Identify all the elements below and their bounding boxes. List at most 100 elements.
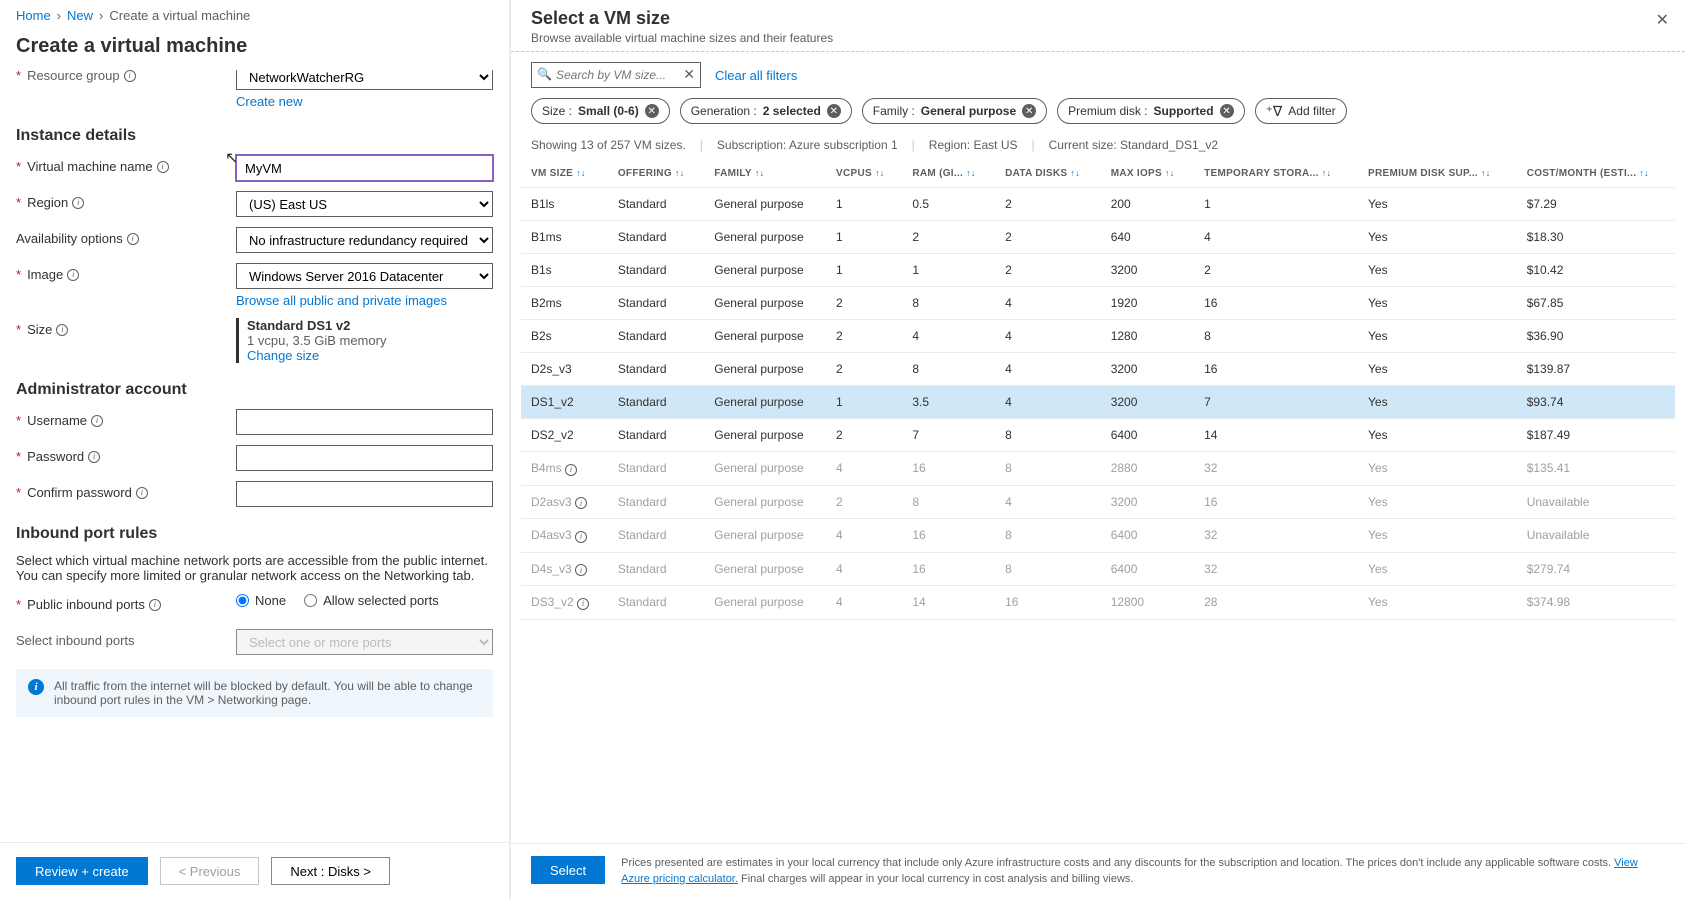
breadcrumb-new[interactable]: New	[67, 8, 93, 23]
label-vm-name: Virtual machine name	[27, 159, 153, 174]
table-row[interactable]: D2s_v3StandardGeneral purpose284320016Ye…	[521, 353, 1675, 386]
radio-none[interactable]: None	[236, 593, 286, 608]
availability-select[interactable]: No infrastructure redundancy required	[236, 227, 493, 253]
filter-pill-generation[interactable]: Generation : 2 selected✕	[680, 98, 852, 124]
filter-pill-family[interactable]: Family : General purpose✕	[862, 98, 1047, 124]
col-temp-storage[interactable]: TEMPORARY STORA...↑↓	[1194, 160, 1358, 188]
clear-search-icon[interactable]: ✕	[683, 66, 695, 83]
plus-icon: ⁺∇	[1266, 103, 1283, 120]
table-row[interactable]: B4ms iStandardGeneral purpose4168288032Y…	[521, 452, 1675, 486]
info-icon[interactable]: i	[577, 598, 589, 610]
label-region: Region	[27, 195, 68, 210]
password-input[interactable]	[236, 445, 493, 471]
breadcrumb-home[interactable]: Home	[16, 8, 51, 23]
filter-pill-size[interactable]: Size : Small (0-6)✕	[531, 98, 670, 124]
info-icon[interactable]: i	[136, 487, 148, 499]
info-icon[interactable]: i	[124, 70, 136, 82]
label-availability: Availability options	[16, 231, 123, 246]
region-select[interactable]: (US) East US	[236, 191, 493, 217]
table-row[interactable]: B1sStandardGeneral purpose11232002Yes$10…	[521, 254, 1675, 287]
change-size-link[interactable]: Change size	[247, 348, 493, 363]
search-input[interactable]	[531, 62, 701, 88]
image-select[interactable]: Windows Server 2016 Datacenter	[236, 263, 493, 289]
section-admin-account: Administrator account	[16, 381, 493, 399]
col-offering[interactable]: OFFERING↑↓	[608, 160, 704, 188]
info-icon[interactable]: i	[157, 161, 169, 173]
panel-subtitle: Browse available virtual machine sizes a…	[531, 31, 1665, 45]
add-filter-button[interactable]: ⁺∇ Add filter	[1255, 98, 1347, 124]
table-row[interactable]: D4asv3 iStandardGeneral purpose416864003…	[521, 519, 1675, 553]
clear-filters-link[interactable]: Clear all filters	[715, 68, 797, 83]
info-icon[interactable]: i	[575, 564, 587, 576]
username-input[interactable]	[236, 409, 493, 435]
table-row[interactable]: B1lsStandardGeneral purpose10.522001Yes$…	[521, 188, 1675, 221]
chevron-right-icon: ›	[57, 8, 61, 23]
table-row[interactable]: D4s_v3 iStandardGeneral purpose416864003…	[521, 552, 1675, 586]
label-resource-group: Resource group	[27, 70, 120, 83]
radio-allow[interactable]: Allow selected ports	[304, 593, 439, 608]
info-banner: i All traffic from the internet will be …	[16, 669, 493, 717]
page-title: Create a virtual machine	[0, 31, 509, 70]
review-create-button[interactable]: Review + create	[16, 857, 148, 885]
table-row[interactable]: B2sStandardGeneral purpose24412808Yes$36…	[521, 320, 1675, 353]
resource-group-select[interactable]: NetworkWatcherRG	[236, 70, 493, 90]
chevron-right-icon: ›	[99, 8, 103, 23]
info-icon[interactable]: i	[575, 497, 587, 509]
create-new-link[interactable]: Create new	[236, 94, 493, 109]
label-password: Password	[27, 449, 84, 464]
filter-pill-disk[interactable]: Premium disk : Supported✕	[1057, 98, 1244, 124]
label-size: Size	[27, 322, 52, 337]
table-row[interactable]: DS1_v2StandardGeneral purpose13.5432007Y…	[521, 386, 1675, 419]
info-icon[interactable]: i	[72, 197, 84, 209]
section-inbound-rules: Inbound port rules	[16, 525, 493, 543]
panel-title: Select a VM size	[531, 8, 1665, 29]
browse-images-link[interactable]: Browse all public and private images	[236, 293, 493, 308]
table-row[interactable]: DS2_v2StandardGeneral purpose278640014Ye…	[521, 419, 1675, 452]
table-row[interactable]: B1msStandardGeneral purpose1226404Yes$18…	[521, 221, 1675, 254]
table-row[interactable]: D2asv3 iStandardGeneral purpose284320016…	[521, 485, 1675, 519]
remove-filter-icon[interactable]: ✕	[1022, 104, 1036, 118]
select-ports-dropdown: Select one or more ports	[236, 629, 493, 655]
info-icon[interactable]: i	[127, 233, 139, 245]
showing-count: Showing 13 of 257 VM sizes.	[531, 138, 686, 152]
remove-filter-icon[interactable]: ✕	[827, 104, 841, 118]
breadcrumb: Home › New › Create a virtual machine	[0, 0, 509, 31]
breadcrumb-current: Create a virtual machine	[109, 8, 250, 23]
col-vm-size[interactable]: VM SIZE↑↓	[521, 160, 608, 188]
info-icon[interactable]: i	[56, 324, 68, 336]
label-select-ports: Select inbound ports	[16, 633, 135, 648]
label-confirm-password: Confirm password	[27, 485, 132, 500]
previous-button: < Previous	[160, 857, 260, 885]
remove-filter-icon[interactable]: ✕	[1220, 104, 1234, 118]
col-data-disks[interactable]: DATA DISKS↑↓	[995, 160, 1101, 188]
size-desc: 1 vcpu, 3.5 GiB memory	[247, 333, 493, 348]
inbound-desc: Select which virtual machine network por…	[16, 553, 493, 583]
next-button[interactable]: Next : Disks >	[271, 857, 390, 885]
vm-name-input[interactable]	[236, 155, 493, 181]
info-icon[interactable]: i	[91, 415, 103, 427]
info-icon[interactable]: i	[149, 599, 161, 611]
col-cost[interactable]: COST/MONTH (ESTI...↑↓	[1517, 160, 1675, 188]
confirm-password-input[interactable]	[236, 481, 493, 507]
col-ram[interactable]: RAM (GI...↑↓	[902, 160, 995, 188]
current-size-label: Current size: Standard_DS1_v2	[1049, 138, 1218, 152]
col-max-iops[interactable]: MAX IOPS↑↓	[1101, 160, 1194, 188]
info-icon[interactable]: i	[575, 531, 587, 543]
region-label: Region: East US	[929, 138, 1018, 152]
col-vcpus[interactable]: VCPUS↑↓	[826, 160, 902, 188]
close-icon[interactable]: ✕	[1656, 10, 1669, 30]
section-instance-details: Instance details	[16, 127, 493, 145]
vm-size-table: VM SIZE↑↓ OFFERING↑↓ FAMILY↑↓ VCPUS↑↓ RA…	[521, 160, 1675, 620]
info-icon[interactable]: i	[88, 451, 100, 463]
remove-filter-icon[interactable]: ✕	[645, 104, 659, 118]
col-premium-disk[interactable]: PREMIUM DISK SUP...↑↓	[1358, 160, 1517, 188]
size-name: Standard DS1 v2	[247, 318, 493, 333]
info-icon[interactable]: i	[565, 464, 577, 476]
info-icon[interactable]: i	[67, 269, 79, 281]
price-note: Prices presented are estimates in your l…	[621, 856, 1665, 887]
info-banner-text: All traffic from the internet will be bl…	[54, 679, 481, 707]
select-button[interactable]: Select	[531, 856, 605, 884]
table-row[interactable]: DS3_v2 iStandardGeneral purpose414161280…	[521, 586, 1675, 620]
table-row[interactable]: B2msStandardGeneral purpose284192016Yes$…	[521, 287, 1675, 320]
col-family[interactable]: FAMILY↑↓	[704, 160, 826, 188]
